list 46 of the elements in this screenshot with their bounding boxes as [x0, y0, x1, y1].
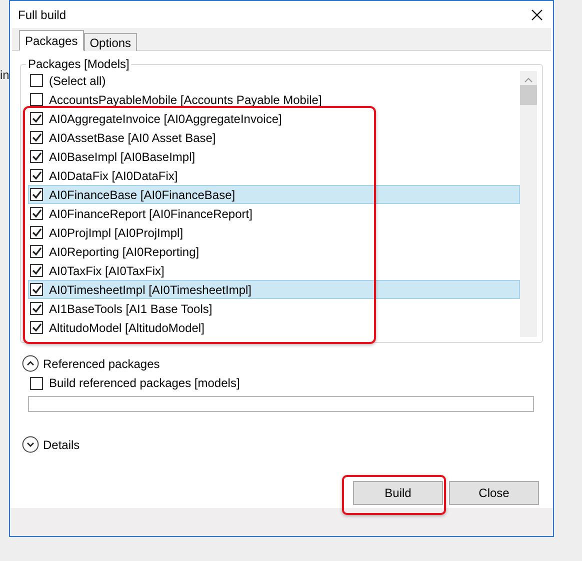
- package-list-item[interactable]: AccountsPayableMobile [Accounts Payable Mobile]: [28, 90, 520, 109]
- background-text: in: [0, 68, 10, 82]
- package-list-item[interactable]: AI1BaseTools [AI1 Base Tools]: [28, 299, 520, 318]
- package-list-item[interactable]: (Select all): [28, 71, 520, 90]
- checkbox[interactable]: [30, 131, 43, 144]
- expand-button[interactable]: [22, 436, 39, 453]
- close-button[interactable]: [529, 6, 545, 22]
- package-list-item[interactable]: AI0BaseImpl [AI0BaseImpl]: [28, 147, 520, 166]
- checkbox[interactable]: [30, 169, 43, 182]
- checkbox[interactable]: [30, 188, 43, 201]
- dialog-button[interactable]: Build: [353, 481, 443, 505]
- package-list-item[interactable]: AI0DataFix [AI0DataFix]: [28, 166, 520, 185]
- group-title: Packages [Models]: [27, 57, 130, 71]
- checkbox[interactable]: [30, 245, 43, 258]
- checkbox[interactable]: [30, 264, 43, 277]
- window-title: Full build: [18, 8, 66, 22]
- close-icon: [531, 8, 543, 20]
- section-title: Referenced packages: [43, 356, 160, 370]
- section-title: Details: [43, 438, 80, 452]
- checkbox[interactable]: [30, 150, 43, 163]
- package-list-item[interactable]: AI0AssetBase [AI0 Asset Base]: [28, 128, 520, 147]
- dialog-button[interactable]: Close: [449, 481, 539, 505]
- package-list-item[interactable]: AI0AggregateInvoice [AI0AggregateInvoice]: [28, 109, 520, 128]
- checkbox[interactable]: [30, 376, 43, 390]
- checkbox[interactable]: [30, 74, 43, 87]
- scrollbar-thumb[interactable]: [520, 85, 537, 105]
- package-list-item[interactable]: AI0TaxFix [AI0TaxFix]: [28, 261, 520, 280]
- checkbox-label: Build referenced packages [models]: [49, 376, 240, 390]
- tab[interactable]: Packages: [19, 30, 84, 51]
- checkbox[interactable]: [30, 302, 43, 315]
- package-list-item[interactable]: AI0TimesheetImpl [AI0TimesheetImpl]: [28, 280, 520, 299]
- checkbox[interactable]: [30, 283, 43, 296]
- package-list-item[interactable]: AI0Reporting [AI0Reporting]: [28, 242, 520, 261]
- package-list-item[interactable]: AI0FinanceReport [AI0FinanceReport]: [28, 204, 520, 223]
- checkbox[interactable]: [30, 321, 43, 334]
- checkbox[interactable]: [30, 112, 43, 125]
- tab[interactable]: Options: [84, 33, 138, 51]
- package-list-item[interactable]: AI0FinanceBase [AI0FinanceBase]: [28, 185, 520, 204]
- checkbox[interactable]: [30, 226, 43, 239]
- package-list-item[interactable]: AltitudoModel [AltitudoModel]: [28, 318, 520, 337]
- input-field[interactable]: [28, 396, 534, 412]
- package-list-item[interactable]: AI0ProjImpl [AI0ProjImpl]: [28, 223, 520, 242]
- collapse-button[interactable]: [22, 355, 39, 372]
- scrollbar[interactable]: [520, 71, 537, 337]
- checkbox[interactable]: [30, 207, 43, 220]
- checkbox[interactable]: [30, 93, 43, 106]
